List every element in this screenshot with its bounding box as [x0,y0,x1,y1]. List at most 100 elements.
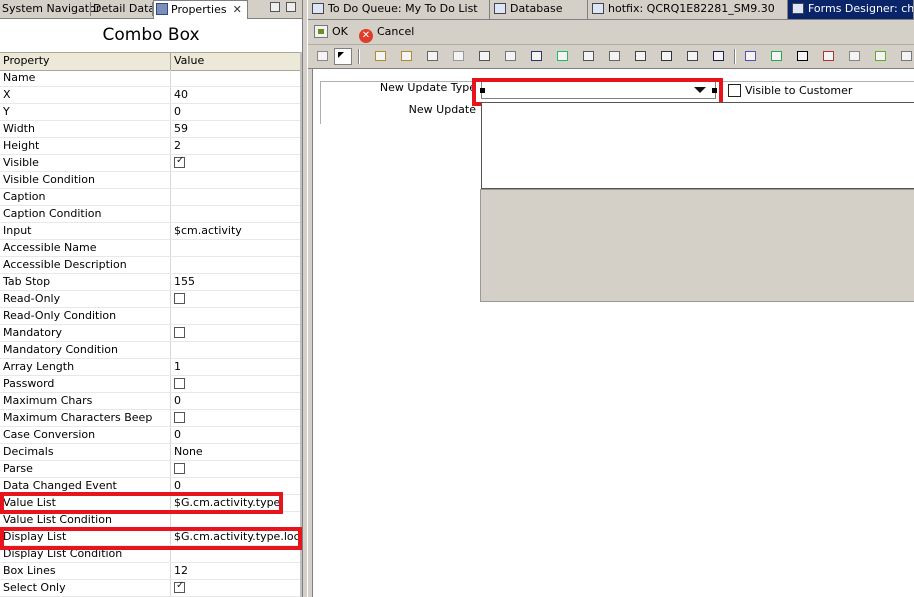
visible-to-customer-checkbox[interactable] [728,84,741,97]
marquee-tool-button[interactable] [710,48,728,65]
tab-detail-data[interactable]: Detail Data [91,0,155,18]
panel-tool-button[interactable] [846,48,864,65]
property-row[interactable]: Mandatory Condition [0,342,300,359]
property-value[interactable]: $G.cm.activity.type.local [171,529,300,545]
property-row[interactable]: Maximum Chars 0 [0,393,300,410]
cancel-button[interactable]: ✕ Cancel [359,24,414,43]
property-row[interactable]: Display List $G.cm.activity.type.local [0,529,300,546]
property-row[interactable]: Maximum Characters Beep [0,410,300,427]
property-row[interactable]: Mandatory [0,325,300,342]
property-row[interactable]: Caption [0,189,300,206]
property-row[interactable]: Password [0,376,300,393]
property-checkbox[interactable]: ✓ [174,580,185,593]
property-row[interactable]: Caption Condition [0,206,300,223]
chevron-down-icon[interactable] [693,83,707,97]
tab-to-do-queue[interactable]: To Do Queue: My To Do List [308,0,490,19]
edit-tool-button[interactable] [658,48,676,65]
property-value[interactable] [171,257,300,273]
close-icon[interactable]: ✕ [233,1,242,18]
column-header-value[interactable]: Value [171,53,300,70]
property-value[interactable] [171,546,300,562]
property-checkbox[interactable] [174,293,185,304]
tab-database[interactable]: Database [490,0,588,19]
property-value[interactable] [171,172,300,188]
property-row[interactable]: Select Only ✓ [0,580,300,597]
property-row[interactable]: Input $cm.activity [0,223,300,240]
tab-hotfix[interactable]: hotfix: QCRQ1E82281_SM9.30 [588,0,788,19]
property-row[interactable]: Decimals None [0,444,300,461]
property-value[interactable]: None [171,444,300,460]
property-row[interactable]: Accessible Name [0,240,300,257]
property-value[interactable]: 12 [171,563,300,579]
property-value[interactable]: 0 [171,104,300,120]
property-row[interactable]: Display List Condition [0,546,300,563]
comfill-tool-button[interactable] [554,48,572,65]
property-value[interactable] [171,512,300,528]
minimize-icon[interactable] [270,2,280,12]
property-value[interactable] [171,342,300,358]
property-checkbox[interactable] [174,463,185,474]
property-value[interactable]: 0 [171,427,300,443]
label-tool-button[interactable] [684,48,702,65]
grid-tool-button[interactable] [314,48,332,65]
property-value[interactable]: 40 [171,87,300,103]
new-update-textarea[interactable] [481,102,914,189]
tab-forms-designer[interactable]: Forms Designer: chm.ac [788,0,914,19]
property-value[interactable] [171,189,300,205]
date-tool-button[interactable] [580,48,598,65]
property-row[interactable]: Visible Condition [0,172,300,189]
property-value[interactable] [171,308,300,324]
property-row[interactable]: Parse [0,461,300,478]
box-tool-button[interactable] [450,48,468,65]
property-value[interactable] [171,70,300,86]
property-row[interactable]: Read-Only [0,291,300,308]
property-row[interactable]: Case Conversion 0 [0,427,300,444]
property-row[interactable]: Y0 [0,104,300,121]
property-row[interactable]: Value List Condition [0,512,300,529]
column-header-property[interactable]: Property [0,53,171,70]
list-tool-button[interactable] [606,48,624,65]
property-value[interactable]: $G.cm.activity.type [171,495,300,511]
property-row[interactable]: X 40 [0,87,300,104]
property-value[interactable]: $cm.activity [171,223,300,239]
property-row[interactable]: Data Changed Event 0 [0,478,300,495]
notebook-tool-button[interactable] [424,48,442,65]
subform-tool-button[interactable] [742,48,760,65]
property-value[interactable]: 2 [171,138,300,154]
property-row[interactable]: Name [0,70,300,87]
text-tool-button[interactable] [794,48,812,65]
spin-tool-button[interactable] [820,48,838,65]
property-row[interactable]: Width 59 [0,121,300,138]
checkbox-tool-button[interactable] [528,48,546,65]
property-row[interactable]: Accessible Description [0,257,300,274]
columns-tool-button[interactable] [898,48,914,65]
property-value[interactable]: 1 [171,359,300,375]
panel-splitter[interactable] [302,0,308,597]
property-row[interactable]: Array Length 1 [0,359,300,376]
ok-button[interactable]: OK [314,24,348,40]
property-row[interactable]: Read-Only Condition [0,308,300,325]
property-row[interactable]: Tab Stop 155 [0,274,300,291]
tab-system-navigator[interactable]: System Navigator [0,0,100,18]
property-value[interactable]: 0 [171,393,300,409]
pointer-tool-button[interactable] [334,48,352,65]
property-checkbox[interactable]: ✓ [174,155,185,168]
button-tool-button[interactable] [476,48,494,65]
tree-tool-button[interactable] [872,48,890,65]
maximize-icon[interactable] [286,2,296,12]
combo-tool-button[interactable] [502,48,520,65]
tab-properties[interactable]: Properties ✕ [153,0,248,19]
property-checkbox[interactable] [174,378,185,389]
frame-tool-button[interactable] [372,48,390,65]
property-row[interactable]: Box Lines 12 [0,563,300,580]
resize-handle[interactable] [712,88,717,93]
property-value[interactable]: 59 [171,121,300,137]
property-value[interactable] [171,206,300,222]
property-checkbox[interactable] [174,412,185,423]
property-value[interactable]: 155 [171,274,300,290]
property-row[interactable]: Visible ✓ [0,155,300,172]
new-update-type-combo[interactable] [481,81,716,99]
table-tool-button[interactable] [768,48,786,65]
property-value[interactable]: 0 [171,478,300,494]
radio-tool-button[interactable] [632,48,650,65]
